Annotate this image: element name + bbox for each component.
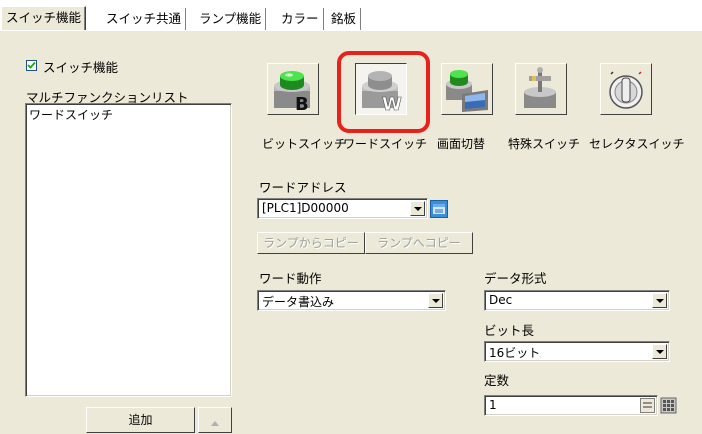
chevron-down-icon[interactable] [428, 293, 443, 308]
screen-change-button[interactable] [441, 63, 493, 115]
address-input-button[interactable] [430, 200, 448, 218]
word-address-combo[interactable]: [PLC1]D00000 [257, 198, 428, 219]
chevron-down-icon[interactable] [652, 344, 667, 359]
bit-length-value: 16ビット [489, 346, 541, 360]
bit-length-label: ビット長 [484, 323, 535, 338]
tab-color[interactable]: カラー [277, 8, 324, 30]
add-button[interactable]: 追加 [86, 407, 195, 433]
word-switch-button[interactable]: W [355, 63, 407, 115]
special-switch-button[interactable] [515, 63, 567, 115]
data-format-combo[interactable]: Dec [484, 290, 670, 311]
switch-function-checkbox[interactable] [26, 60, 37, 71]
copy-to-lamp-button[interactable]: ランプへコピー [365, 232, 473, 254]
tab-lamp-function[interactable]: ランプ機能 [195, 8, 267, 30]
selector-switch-button[interactable] [600, 63, 652, 115]
calculator-button[interactable] [660, 397, 677, 414]
switch-function-label: スイッチ機能 [43, 60, 119, 75]
chevron-down-icon[interactable] [410, 201, 425, 216]
word-action-combo[interactable]: データ書込み [257, 290, 446, 311]
scroll-up-button[interactable] [198, 407, 232, 433]
spin-icon [643, 402, 652, 408]
arrow-up-icon [211, 421, 219, 426]
data-format-label: データ形式 [484, 271, 547, 286]
screen-change-label: 画面切替 [437, 137, 486, 151]
list-item[interactable]: ワードスイッチ [28, 106, 114, 123]
selector-switch-icon [609, 71, 643, 109]
tab-nameplate[interactable]: 銘板 [327, 8, 362, 30]
tab-switch-common[interactable]: スイッチ共通 [102, 8, 187, 30]
spin-button[interactable] [640, 398, 655, 413]
multi-function-list[interactable]: ワードスイッチ [25, 103, 232, 397]
word-action-label: ワード動作 [259, 271, 322, 286]
chevron-down-icon[interactable] [652, 293, 667, 308]
word-address-label: ワードアドレス [259, 180, 347, 195]
svg-text:B: B [295, 94, 309, 114]
constant-label: 定数 [484, 373, 510, 388]
word-address-value: [PLC1]D00000 [262, 201, 349, 215]
tab-switch-function[interactable]: スイッチ機能 [1, 6, 87, 32]
word-action-value: データ書込み [262, 295, 335, 309]
constant-input[interactable]: 1 [484, 395, 658, 416]
svg-text:W: W [382, 94, 402, 114]
special-switch-label: 特殊スイッチ [508, 137, 581, 151]
word-switch-label: ワードスイッチ [343, 137, 428, 151]
keypad-icon [433, 204, 445, 214]
data-format-value: Dec [489, 293, 513, 307]
screen-change-icon [446, 70, 488, 112]
word-switch-icon: W [362, 71, 402, 114]
special-switch-icon [524, 67, 556, 108]
copy-from-lamp-button[interactable]: ランプからコピー [257, 232, 365, 254]
selector-switch-label: セレクタスイッチ [589, 137, 685, 151]
constant-value: 1 [489, 398, 497, 412]
bit-switch-icon: B [274, 71, 310, 114]
bit-switch-label: ビットスイッチ [262, 137, 347, 151]
bit-switch-button[interactable]: B [267, 63, 319, 115]
calculator-icon [660, 397, 677, 414]
bit-length-combo[interactable]: 16ビット [484, 341, 670, 362]
checkmark-icon [27, 61, 36, 69]
